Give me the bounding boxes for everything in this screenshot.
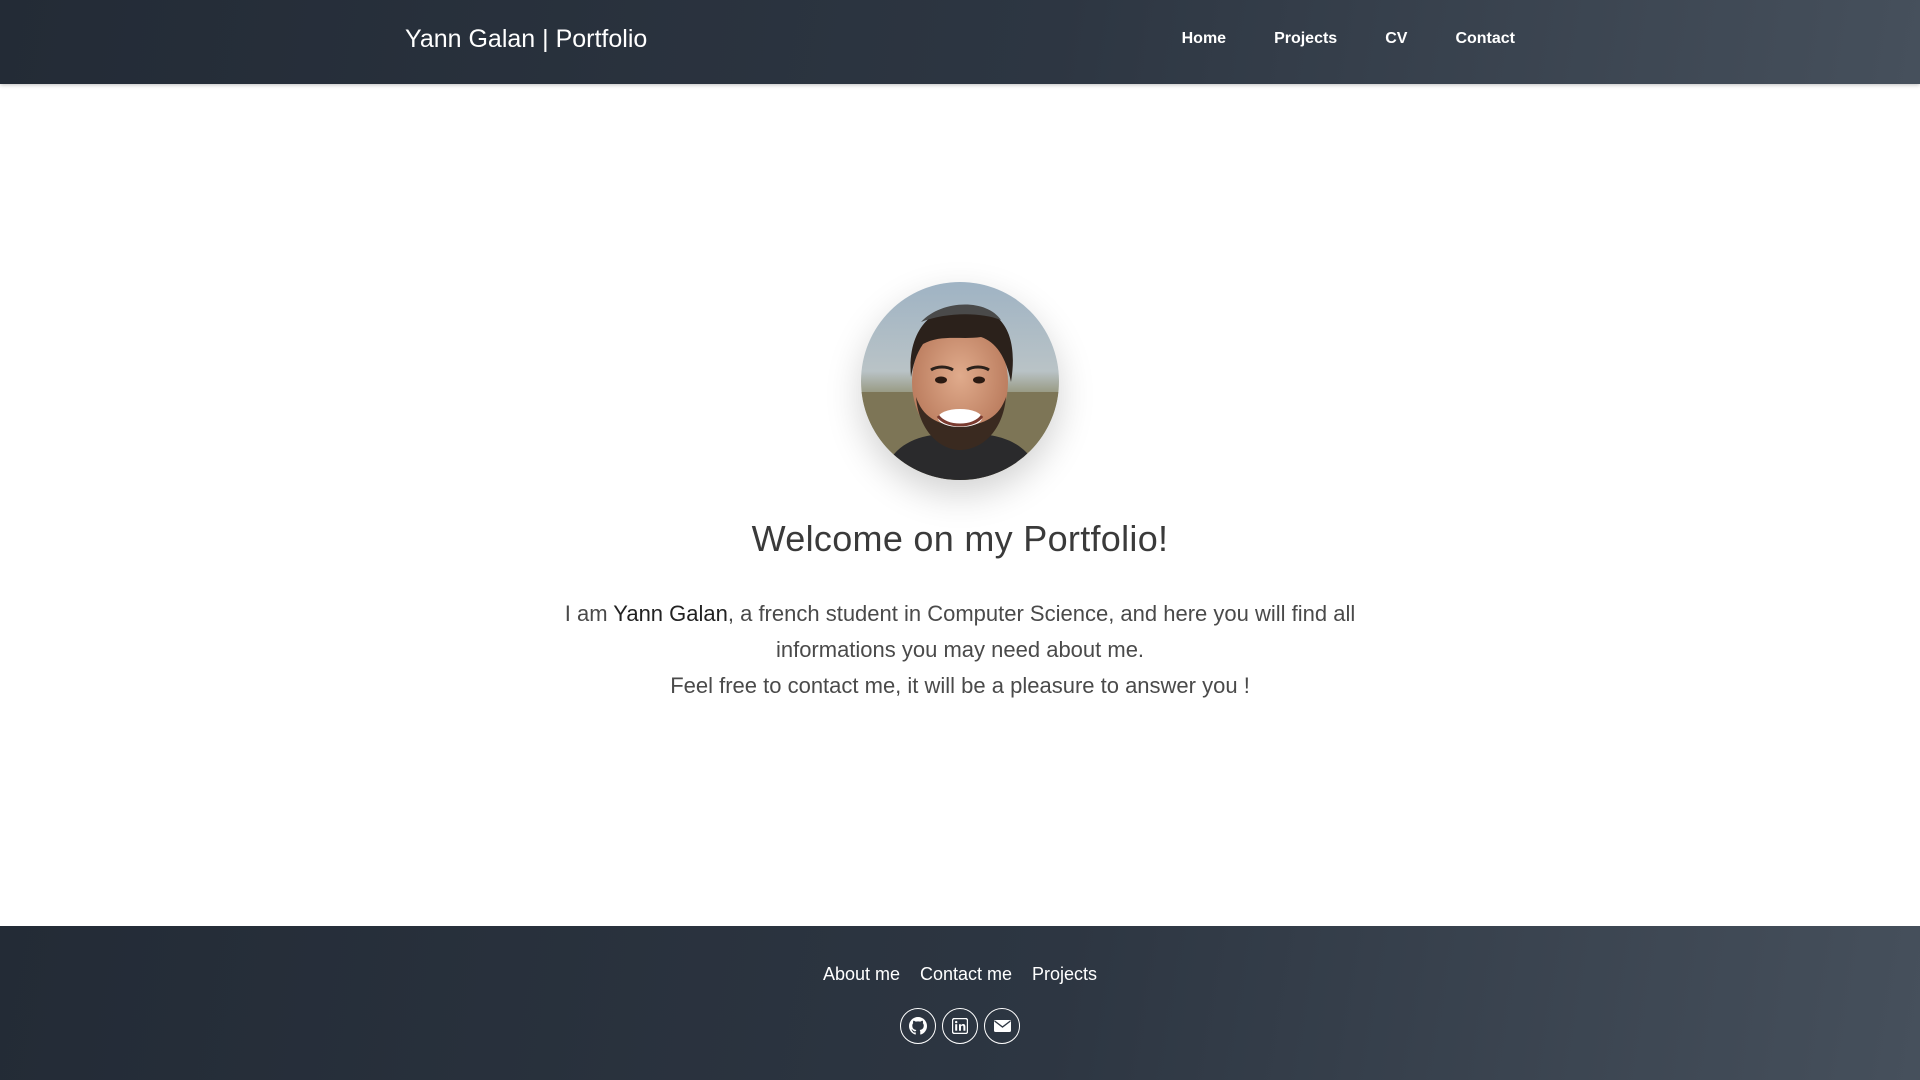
hero-section: Welcome on my Portfolio! I am Yann Galan… [0,84,1920,926]
footer-links: About me Contact me Projects [0,964,1920,985]
footer-about-link[interactable]: About me [823,964,900,985]
nav-links: Home Projects CV Contact [1182,30,1515,48]
nav-contact[interactable]: Contact [1455,30,1515,48]
linkedin-icon [952,1018,968,1034]
top-navbar: Yann Galan | Portfolio Home Projects CV … [0,0,1920,84]
github-icon [909,1017,927,1035]
email-button[interactable] [984,1008,1020,1044]
nav-projects[interactable]: Projects [1274,30,1337,48]
profile-avatar [861,282,1059,480]
nav-home[interactable]: Home [1182,30,1226,48]
intro-text: I am Yann Galan, a french student in Com… [560,596,1360,704]
envelope-icon [993,1020,1011,1032]
intro-name: Yann Galan [613,601,728,626]
footer-projects-link[interactable]: Projects [1032,964,1097,985]
welcome-heading: Welcome on my Portfolio! [751,518,1169,559]
brand-title[interactable]: Yann Galan | Portfolio [405,25,647,54]
site-footer: About me Contact me Projects [0,926,1920,1080]
linkedin-button[interactable] [942,1008,978,1044]
intro-contact-line: Feel free to contact me, it will be a pl… [670,673,1250,698]
social-links [0,1008,1920,1044]
intro-rest: , a french student in Computer Science, … [727,601,1356,662]
intro-prefix: I am [564,601,614,626]
github-button[interactable] [900,1008,936,1044]
footer-contact-link[interactable]: Contact me [920,964,1012,985]
profile-photo [861,282,1059,480]
nav-cv[interactable]: CV [1385,30,1407,48]
